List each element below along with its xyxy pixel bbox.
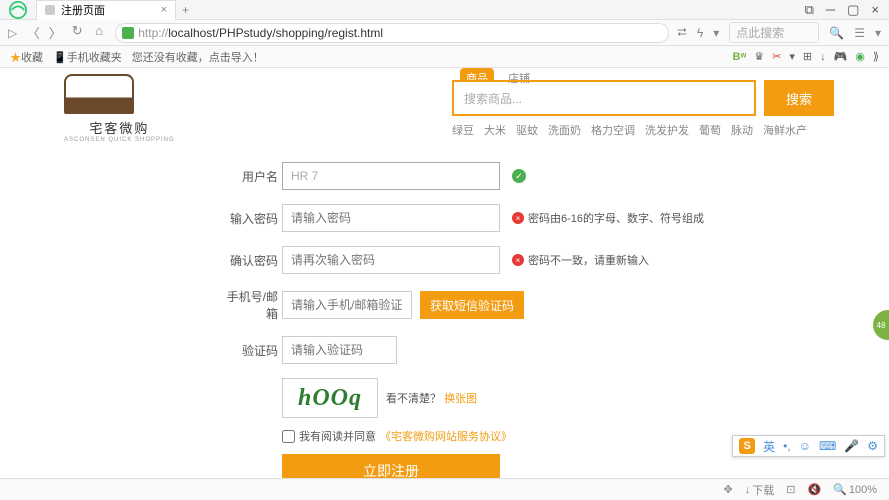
shield-icon[interactable]: ◉: [855, 50, 865, 63]
phone-label: 手机号/邮箱: [216, 288, 278, 322]
bw-icon[interactable]: Bʷ: [733, 51, 747, 63]
status-zoom[interactable]: 🔍100%: [833, 483, 877, 496]
status-speaker-icon[interactable]: 🔇: [807, 483, 821, 496]
ime-punct-icon[interactable]: •,: [783, 439, 791, 453]
password-input[interactable]: [282, 204, 500, 232]
puzzle-icon[interactable]: ▾: [789, 50, 795, 63]
window-pin-icon[interactable]: ⧉: [805, 2, 814, 18]
download-icon[interactable]: ↓: [820, 51, 826, 63]
site-tagline: ASCONSEN QUICK SHOPPING: [64, 137, 175, 143]
url-path: localhost/PHPstudy/shopping/regist.html: [168, 26, 383, 40]
status-download[interactable]: ↓下载: [745, 482, 775, 498]
dropdown-icon[interactable]: ▾: [713, 26, 719, 40]
ime-settings-icon[interactable]: ⚙: [867, 439, 878, 453]
play-icon[interactable]: ▷: [8, 26, 17, 40]
side-badge[interactable]: 48: [873, 310, 889, 340]
check-icon: ✓: [512, 169, 526, 183]
ime-lang[interactable]: 英: [763, 438, 775, 455]
password-hint: 密码由6-16的字母、数字、符号组成: [528, 210, 704, 226]
ime-mic-icon[interactable]: 🎤: [844, 439, 859, 453]
captcha-image[interactable]: hOOq: [282, 378, 378, 418]
status-pip-icon[interactable]: ⊡: [786, 483, 795, 496]
hot-word[interactable]: 大米: [484, 122, 506, 138]
hot-word[interactable]: 葡萄: [699, 122, 721, 138]
window-minimize-icon[interactable]: ─: [826, 2, 835, 18]
hot-word[interactable]: 脉动: [731, 122, 753, 138]
tab-title: 注册页面: [61, 2, 105, 18]
favorites-icon[interactable]: ★收藏: [10, 49, 43, 65]
home-button[interactable]: ⌂: [91, 23, 107, 42]
register-button[interactable]: 立即注册: [282, 454, 500, 478]
browser-search-input[interactable]: 点此搜索: [729, 22, 819, 43]
password-label: 输入密码: [216, 210, 278, 227]
search-tab-shops[interactable]: 店铺: [502, 68, 536, 80]
agree-text: 我有阅读并同意: [299, 428, 376, 444]
confirm-password-input[interactable]: [282, 246, 500, 274]
ime-logo: S: [739, 438, 755, 454]
url-protocol: http://: [138, 26, 168, 40]
ime-emoji-icon[interactable]: ☺: [799, 439, 811, 453]
status-compass-icon[interactable]: ✥: [724, 483, 733, 496]
new-tab-button[interactable]: +: [176, 3, 195, 17]
error-icon: ×: [512, 212, 524, 224]
site-secure-icon: [122, 27, 134, 39]
error-icon: ×: [512, 254, 524, 266]
crown-icon[interactable]: ♛: [754, 50, 764, 63]
vcode-label: 验证码: [216, 342, 278, 359]
gamepad-icon[interactable]: 🎮: [834, 50, 848, 63]
share-icon[interactable]: ⮂: [677, 25, 687, 40]
hot-word[interactable]: 洗发护发: [645, 122, 689, 138]
vcode-input[interactable]: [282, 336, 397, 364]
forward-button[interactable]: 〉: [47, 23, 63, 42]
back-button[interactable]: 〈: [25, 23, 41, 42]
get-sms-button[interactable]: 获取短信验证码: [420, 291, 524, 319]
hot-word[interactable]: 驱蚊: [516, 122, 538, 138]
search-tab-goods[interactable]: 商品: [460, 68, 494, 80]
username-input[interactable]: [282, 162, 500, 190]
hot-word[interactable]: 洗面奶: [548, 122, 581, 138]
hot-word[interactable]: 海鲜水产: [763, 122, 807, 138]
confirm-password-hint: 密码不一致，请重新输入: [528, 252, 649, 268]
agree-checkbox[interactable]: [282, 430, 295, 443]
lightning-icon[interactable]: ϟ: [697, 26, 703, 40]
bookmarks-empty-hint: 您还没有收藏，点击导入！: [132, 49, 264, 65]
apps-icon[interactable]: ⊞: [803, 50, 812, 63]
address-bar[interactable]: http://localhost/PHPstudy/shopping/regis…: [115, 23, 669, 43]
search-icon[interactable]: 🔍: [829, 26, 844, 40]
site-logo[interactable]: [64, 74, 134, 114]
ime-keyboard-icon[interactable]: ⌨: [819, 439, 836, 453]
reload-button[interactable]: ↻: [69, 23, 85, 42]
hot-word[interactable]: 格力空调: [591, 122, 635, 138]
site-name: 宅客微购: [64, 118, 175, 137]
browser-tab[interactable]: 注册页面 ×: [36, 0, 176, 20]
captcha-refresh-link[interactable]: 换张图: [444, 393, 477, 405]
expand-icon[interactable]: ⟫: [873, 50, 879, 63]
tab-close-icon[interactable]: ×: [161, 4, 167, 16]
hot-word[interactable]: 绿豆: [452, 122, 474, 138]
username-label: 用户名: [216, 168, 278, 185]
more-icon[interactable]: ▾: [875, 26, 881, 40]
ime-toolbar[interactable]: S 英 •, ☺ ⌨ 🎤 ⚙: [732, 435, 885, 457]
scissors-icon[interactable]: ✂: [772, 50, 781, 63]
browser-logo: [0, 0, 36, 20]
phone-input[interactable]: [282, 291, 412, 319]
search-button[interactable]: 搜索: [764, 80, 834, 116]
confirm-password-label: 确认密码: [216, 252, 278, 269]
tab-favicon: [45, 5, 55, 15]
agreement-link[interactable]: 《宅客微购网站服务协议》: [380, 428, 512, 444]
mobile-favorites[interactable]: 📱手机收藏夹: [53, 49, 122, 65]
menu-icon[interactable]: ☰: [854, 26, 865, 40]
captcha-hint: 看不清楚？: [386, 393, 441, 405]
product-search-input[interactable]: 搜索商品...: [452, 80, 756, 116]
window-maximize-icon[interactable]: ▢: [847, 2, 859, 18]
window-close-icon[interactable]: ×: [871, 2, 879, 18]
